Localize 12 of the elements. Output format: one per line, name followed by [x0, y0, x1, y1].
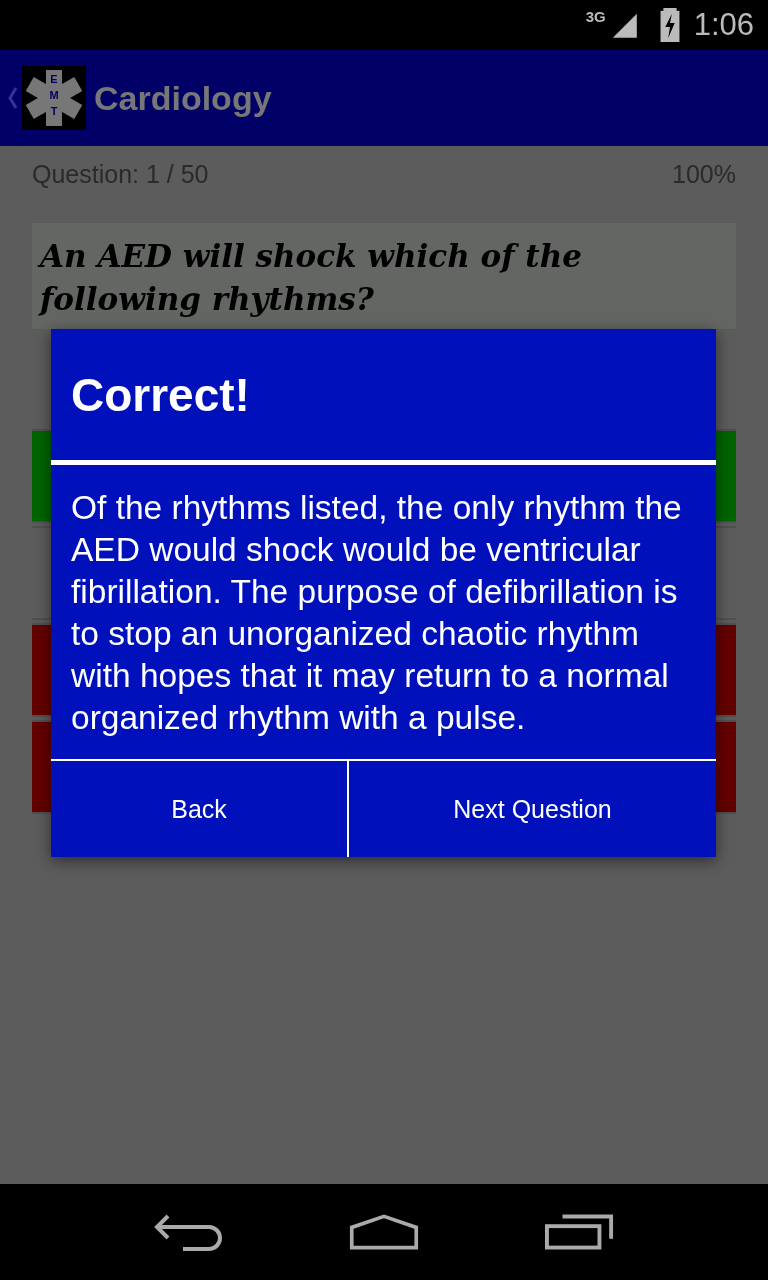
- dialog-button[interactable]: Back: [51, 761, 349, 857]
- star-of-life-logo[interactable]: E M T: [22, 66, 86, 130]
- screen-title: Cardiology: [94, 78, 272, 118]
- battery-icon: [659, 8, 680, 42]
- back-icon[interactable]: [153, 1213, 223, 1251]
- dialog-button[interactable]: Next Question: [349, 761, 716, 857]
- network-type: 3G: [585, 8, 606, 25]
- dialog-title: Correct!: [51, 329, 716, 465]
- recent-apps-icon[interactable]: [545, 1213, 615, 1251]
- question-text: An AED will shock which of the following rhythms?: [32, 223, 736, 329]
- home-icon[interactable]: [349, 1213, 419, 1251]
- clock: 1:06: [693, 7, 754, 43]
